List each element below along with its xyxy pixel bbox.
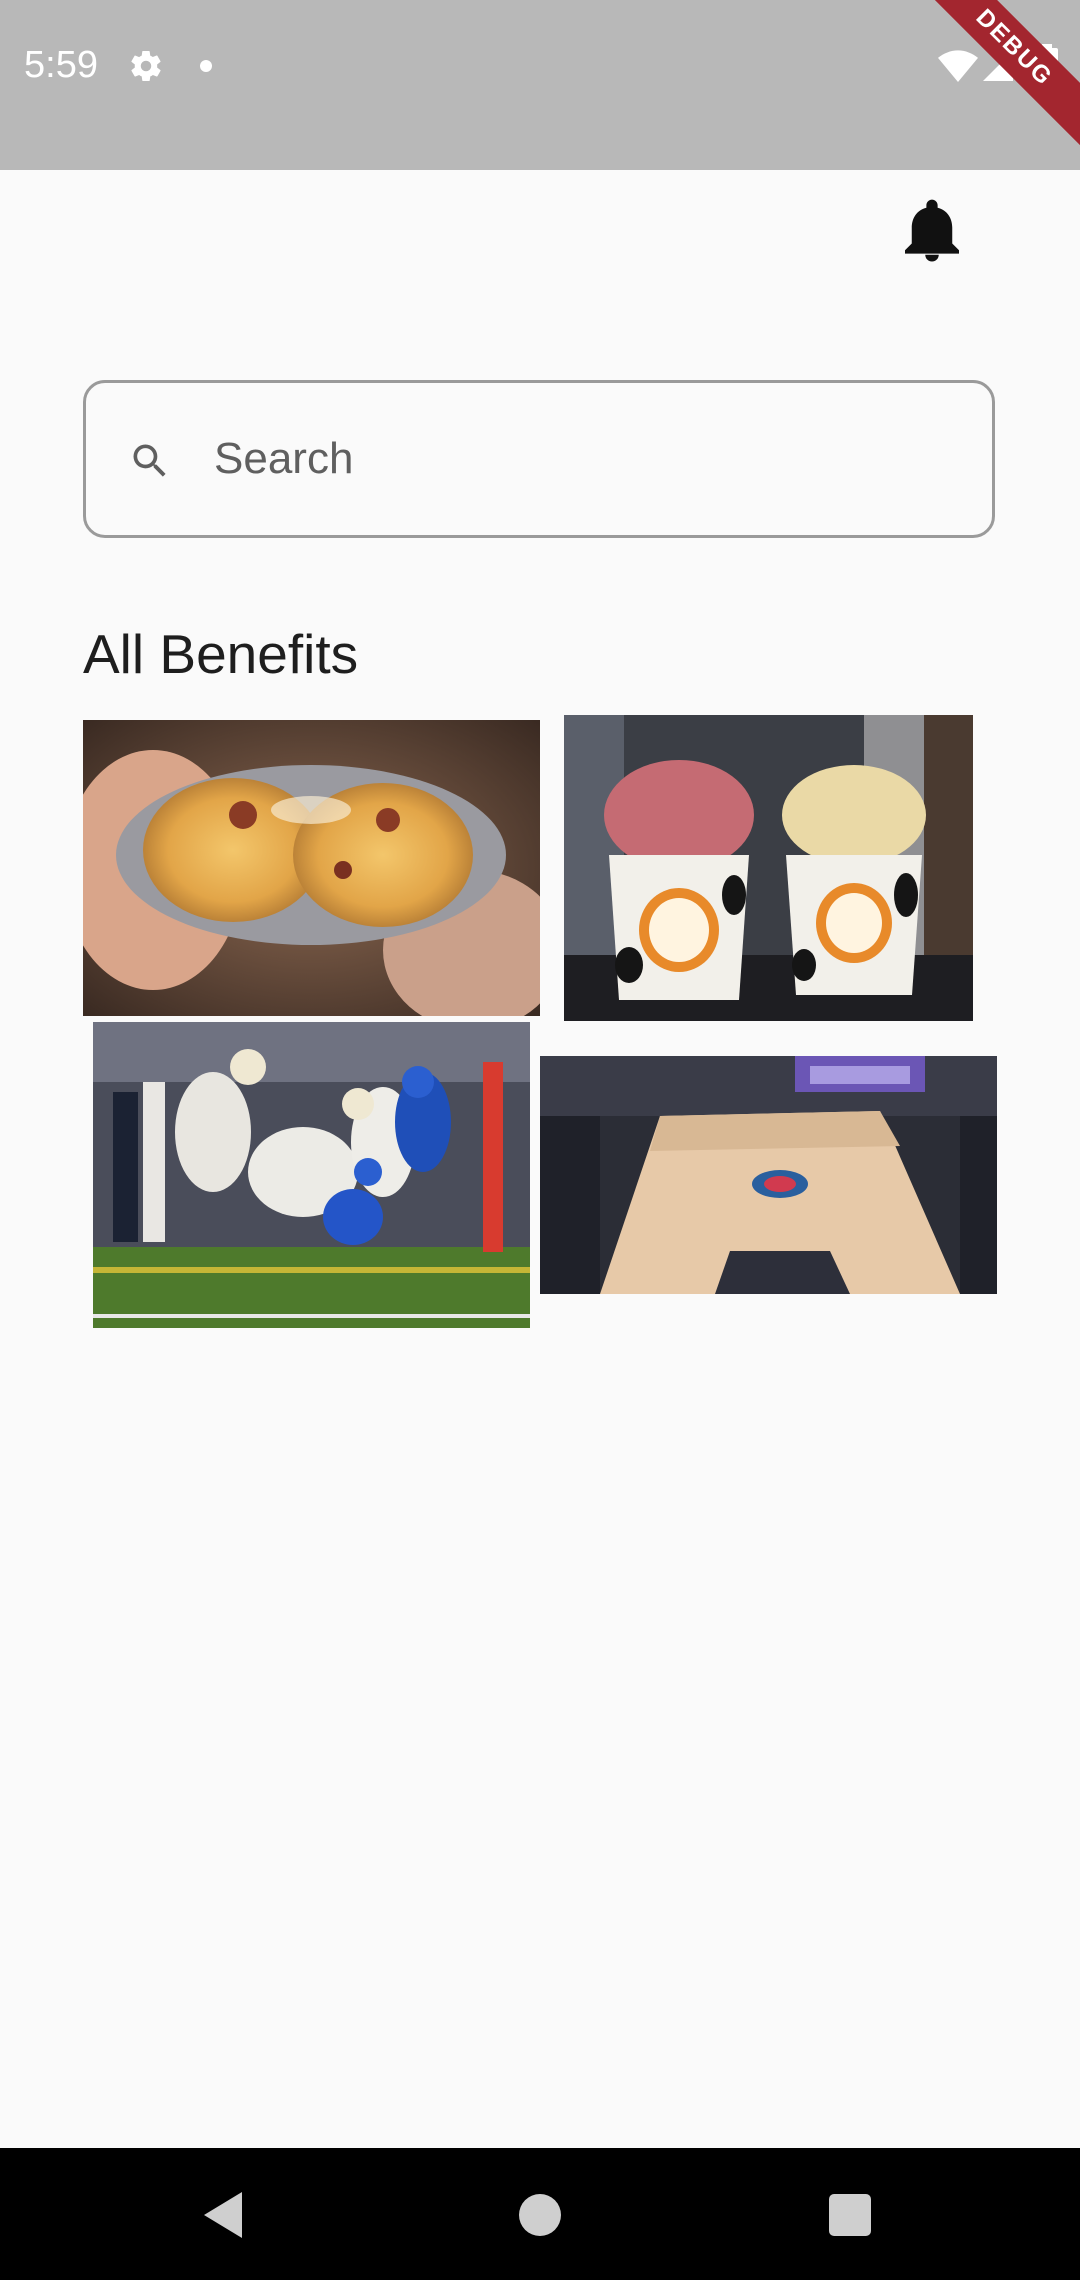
system-nav-bar <box>0 2148 1080 2280</box>
gear-icon <box>131 51 161 82</box>
status-bar: 5:59 DEBUG <box>0 0 1080 170</box>
benefit-tile-potato[interactable] <box>83 720 540 1016</box>
benefit-tile-basketball[interactable] <box>540 1056 997 1294</box>
wifi-icon <box>938 50 978 82</box>
football-game-photo <box>93 1022 530 1328</box>
section-title: All Benefits <box>83 623 359 685</box>
recents-icon[interactable] <box>829 2194 871 2236</box>
bell-icon[interactable] <box>905 198 959 262</box>
ice-cream-cups-photo <box>564 715 973 1021</box>
benefit-tile-ice-cream[interactable] <box>564 715 973 1021</box>
notification-dot-icon <box>200 60 212 72</box>
baked-potato-photo <box>83 720 540 1016</box>
search-field[interactable] <box>83 380 995 538</box>
benefit-tile-football[interactable] <box>93 1022 530 1328</box>
home-icon[interactable] <box>519 2194 561 2236</box>
app-screen: 5:59 DEBUG All Benefits <box>0 0 1080 2280</box>
search-icon <box>133 444 166 477</box>
status-time: 5:59 <box>24 44 98 86</box>
search-input[interactable] <box>214 423 954 495</box>
basketball-arena-photo <box>540 1056 997 1294</box>
back-icon[interactable] <box>204 2192 248 2238</box>
